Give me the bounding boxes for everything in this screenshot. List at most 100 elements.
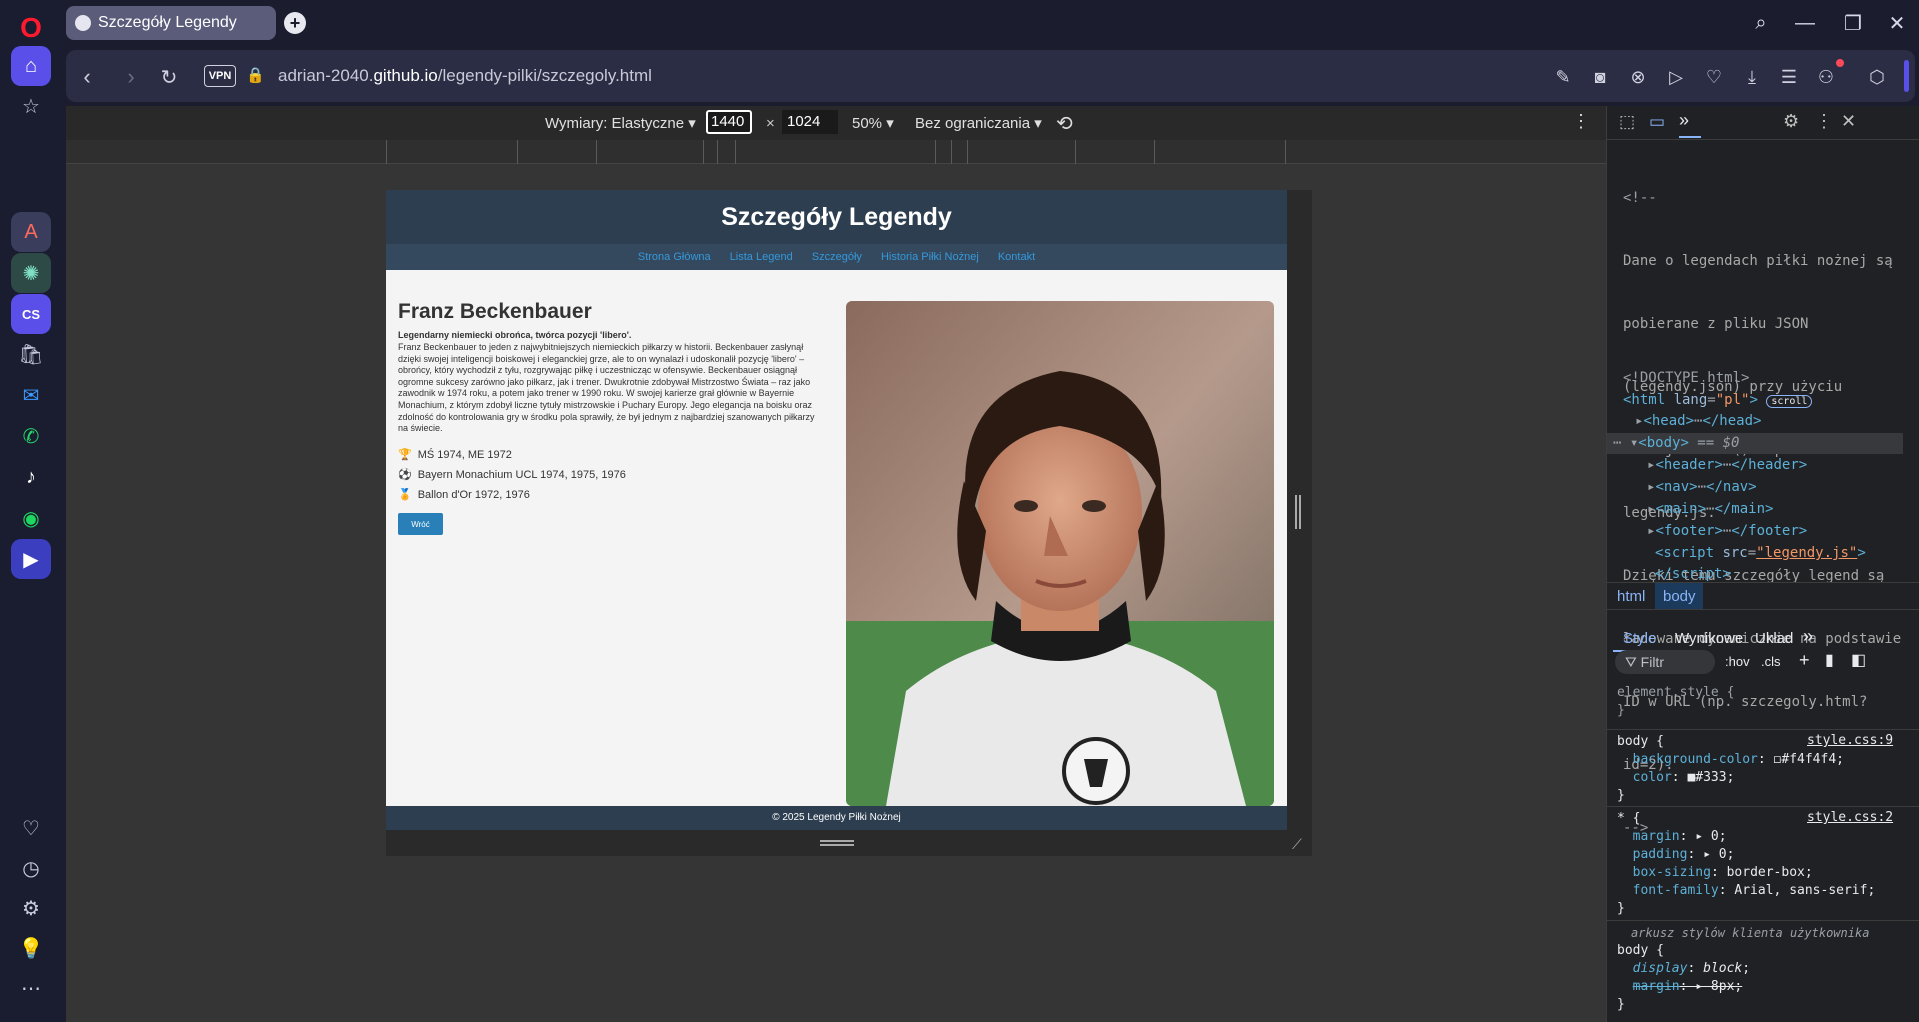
menu-icon[interactable]: ⋮ [1815,111,1833,132]
back-button[interactable]: Wróć [398,513,443,535]
reload-icon[interactable]: ↻ [154,62,184,92]
edit-icon[interactable]: ✎ [1550,64,1576,90]
legend-name: Franz Beckenbauer [398,300,592,323]
globe-icon [75,15,91,31]
chatgpt-icon[interactable]: ✺ [11,253,51,293]
resize-handle-right[interactable] [1287,190,1312,856]
adblock-icon[interactable]: ⊗ [1625,64,1651,90]
star-icon[interactable]: ☆ [11,86,51,126]
times-symbol: × [766,115,775,132]
forward-icon[interactable]: › [116,62,146,92]
lock-icon: 🔒 [246,67,265,84]
nav-node[interactable]: ▸<nav>⋯</nav> [1647,479,1757,495]
new-tab-button[interactable]: + [284,12,306,34]
ua-stylesheet-label: arkusz stylów klienta użytkownika [1631,926,1870,940]
more-icon[interactable]: ⋯ [11,968,51,1008]
dimensions-dropdown[interactable]: Wymiary: Elastyczne ▾ [545,114,696,132]
tab-styles[interactable]: Style [1623,630,1656,647]
html-node[interactable]: <html lang="pl"> scroll [1623,392,1813,408]
body-node[interactable]: ⋯ ▾<body> == $0 [1613,435,1739,451]
tiktok-icon[interactable]: ♪ [11,457,51,497]
browser-sidebar: O ⌂ ☆ A ✺ CS 🛍 ✉ ✆ ♪ ◉ ▶ ♡ ◷ ⚙ 💡 ⋯ [0,0,62,1022]
achievement-item: 🏆 MŚ 1974, ME 1972 [398,449,512,461]
header-node[interactable]: ▸<header>⋯</header> [1647,457,1807,473]
tab-strip [62,0,1919,46]
easy-setup-icon[interactable]: ☰ [1776,64,1802,90]
nav-link-details[interactable]: Szczegóły [812,251,862,263]
device-menu-icon[interactable]: ⋮ [1572,111,1590,132]
legend-subtitle: Legendarny niemiecki obrońca, twórca poz… [398,330,632,340]
history-icon[interactable]: ◷ [11,848,51,888]
football-icon: ⚽ [398,469,412,481]
zoom-dropdown[interactable]: 50% ▾ [852,114,894,132]
cs-icon[interactable]: CS [11,294,51,334]
breadcrumb-html[interactable]: html [1617,588,1645,605]
aria-icon[interactable]: A [11,212,51,252]
device-mode-icon[interactable]: ▭ [1649,112,1665,132]
nav-link-history[interactable]: Historia Piłki Nożnej [881,251,979,263]
page-footer: © 2025 Legendy Piłki Nożnej [386,806,1287,830]
throttle-dropdown[interactable]: Bez ograniczania ▾ [915,114,1042,132]
nav-link-home[interactable]: Strona Główna [638,251,711,263]
favorite-icon[interactable]: ♡ [1701,64,1727,90]
whatsapp-icon[interactable]: ✆ [11,416,51,456]
achievement-item: ⚽ Bayern Monachium UCL 1974, 1975, 1976 [398,469,626,481]
download-icon[interactable]: ⤓ [1739,64,1765,90]
vpn-badge[interactable]: VPN [204,65,236,87]
resize-handle-bottom[interactable]: ⟋ [386,830,1312,856]
footer-node[interactable]: ▸<footer>⋯</footer> [1647,523,1807,539]
sidebar-toggle-icon[interactable]: ◧ [1851,650,1866,670]
filter-input[interactable]: ⛛ Filtr [1615,650,1715,674]
tab-layout[interactable]: Układ [1755,630,1793,647]
url-text[interactable]: adrian-2040.github.io/legendy-pilki/szcz… [278,66,652,86]
minimize-button[interactable]: — [1788,8,1822,38]
height-input[interactable]: 1024 [782,110,838,134]
heart-icon[interactable]: ♡ [11,808,51,848]
cls-toggle[interactable]: .cls [1761,654,1781,669]
script-node[interactable]: <script src="legendy.js"> [1655,545,1866,561]
breadcrumb-body[interactable]: body [1663,588,1696,605]
extensions-icon[interactable]: ⬡ [1864,64,1890,90]
rule-source-link[interactable]: style.css:2 [1807,810,1893,825]
rule-source-link[interactable]: style.css:9 [1807,733,1893,748]
width-input[interactable]: 1440 [706,110,752,134]
tips-icon[interactable]: 💡 [11,928,51,968]
achievement-item: 🏅 Ballon d'Or 1972, 1976 [398,489,530,501]
more-tabs-icon[interactable]: » [1679,110,1701,138]
breadcrumb [1607,582,1919,610]
opera-logo-icon[interactable]: O [11,8,51,48]
shopping-icon[interactable]: 🛍 [11,334,51,374]
player-icon[interactable]: ▶ [11,539,51,579]
legend-photo [846,301,1274,806]
nav-link-contact[interactable]: Kontakt [998,251,1035,263]
flow-icon[interactable]: ▷ [1663,64,1689,90]
close-devtools-icon[interactable]: ✕ [1841,111,1856,132]
main-node[interactable]: ▸<main>⋯</main> [1647,501,1773,517]
home-icon[interactable]: ⌂ [11,46,51,86]
devtools-panel: ⬚ ▭ » ⚙ ⋮ ✕ <!-- Dane o legendach piłki … [1606,106,1919,1022]
close-window-button[interactable]: ✕ [1880,8,1914,38]
camera-icon[interactable]: ◙ [1587,64,1613,90]
active-tab[interactable]: Szczegóły Legendy [66,6,276,40]
back-icon[interactable]: ‹ [72,62,102,92]
paint-icon[interactable]: ▮ [1825,650,1834,670]
tab-computed[interactable]: Wynikowe [1675,630,1743,647]
more-style-tabs-icon[interactable]: » [1803,626,1813,647]
add-rule-icon[interactable]: + [1799,650,1810,671]
head-node[interactable]: ▸<head>⋯</head> [1635,413,1761,429]
spotify-icon[interactable]: ◉ [11,498,51,538]
page-header-title: Szczegóły Legendy [386,190,1287,244]
hov-toggle[interactable]: :hov [1725,654,1750,669]
messenger-icon[interactable]: ✉ [11,375,51,415]
search-icon[interactable]: ⌕ [1744,8,1778,38]
settings-icon[interactable]: ⚙ [11,888,51,928]
restore-button[interactable]: ❐ [1836,8,1870,38]
inspect-icon[interactable]: ⬚ [1619,112,1635,132]
doctype-node: <!DOCTYPE html> [1623,370,1750,386]
rotate-icon[interactable]: ⟲ [1056,111,1073,136]
profile-icon[interactable]: ⚇ [1813,64,1839,90]
gear-icon[interactable]: ⚙ [1783,111,1799,132]
nav-link-list[interactable]: Lista Legend [730,251,793,263]
tab-title: Szczegóły Legendy [98,14,237,31]
notification-dot [1836,59,1844,67]
